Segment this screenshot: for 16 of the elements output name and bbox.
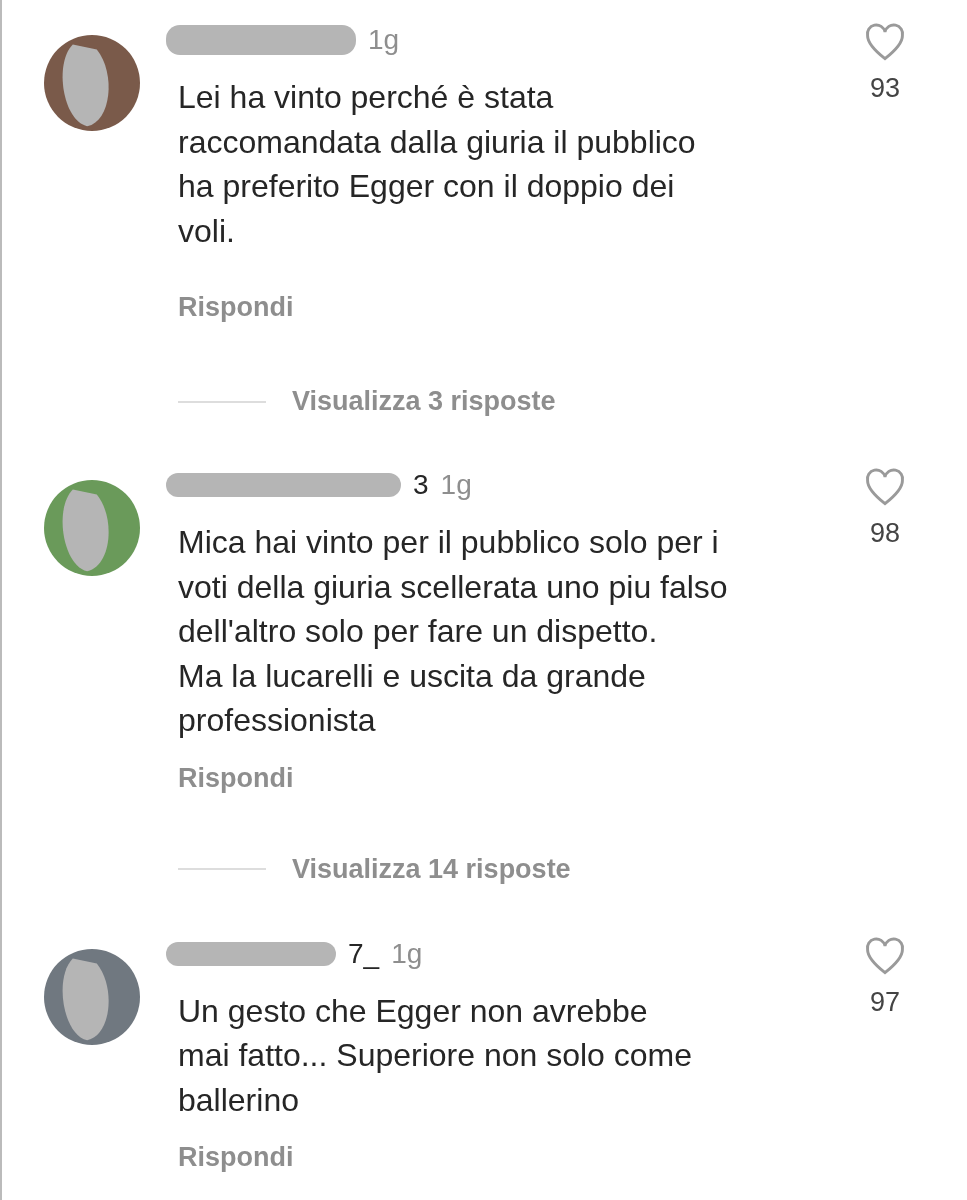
like-count: 97 bbox=[869, 986, 900, 1018]
comment-time: 1g bbox=[440, 469, 472, 501]
comment-time: 1g bbox=[368, 24, 400, 56]
reply-button[interactable]: Rispondi bbox=[178, 292, 294, 323]
username[interactable]: 7_ bbox=[348, 937, 380, 970]
comment-text: Lei ha vinto perché è stata raccomandata dalla giuria il pubblico ha preferito Egger con il doppio dei voli. bbox=[178, 78, 697, 251]
view-replies-button[interactable]: Visualizza 14 risposte bbox=[292, 853, 571, 885]
reply-button[interactable]: Rispondi bbox=[178, 1142, 294, 1173]
comment-time: 1g bbox=[391, 937, 423, 970]
like-count: 93 bbox=[869, 73, 900, 104]
comment-text: Mica hai vinto per il pubblico solo per i voti della giuria scellerata uno piu falso dell'altro solo per fare un dispetto. Ma la lucarelli e uscita da grande professionista bbox=[178, 523, 729, 740]
view-replies-button[interactable]: Visualizza 3 risposte bbox=[292, 386, 556, 417]
username[interactable]: 3 bbox=[413, 469, 429, 501]
reply-button[interactable]: Rispondi bbox=[178, 762, 294, 794]
comment-text: Un gesto che Egger non avrebbe mai fatto... Superiore non solo come ballerino bbox=[178, 991, 694, 1120]
like-count: 98 bbox=[869, 518, 900, 549]
